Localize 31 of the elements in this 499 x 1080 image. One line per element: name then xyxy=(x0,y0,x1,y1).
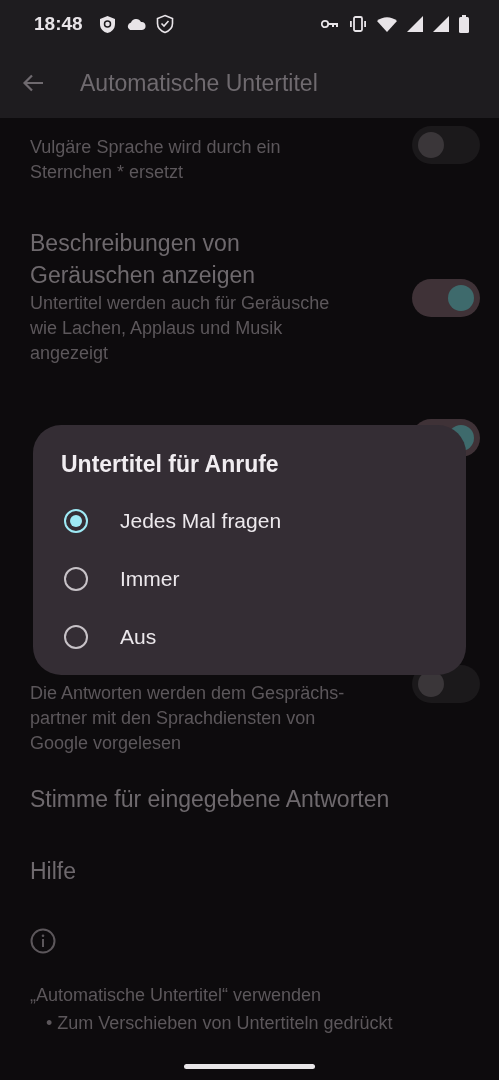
vibrate-icon xyxy=(349,16,367,32)
info-icon xyxy=(30,928,56,954)
signal-icon xyxy=(433,16,449,32)
radio-button[interactable] xyxy=(64,567,88,591)
radio-button[interactable] xyxy=(64,509,88,533)
setting-description: Untertitel werden auch für Geräusche wie Lachen, Applaus und Musik angezeigt xyxy=(30,292,331,365)
signal-icon xyxy=(407,16,423,32)
key-icon xyxy=(321,19,339,29)
battery-icon xyxy=(459,15,469,33)
setting-link[interactable]: Hilfe xyxy=(30,855,76,887)
cloud-icon xyxy=(125,17,146,31)
shield-check-icon xyxy=(155,14,174,34)
toggle-switch[interactable] xyxy=(412,126,480,164)
app-bar-title: Automatische Untertitel xyxy=(80,69,318,97)
option-label[interactable]: Aus xyxy=(120,625,157,649)
shield-icon xyxy=(98,14,116,34)
setting-link[interactable]: Stimme für eingegebene Antworten xyxy=(30,783,390,815)
option-label[interactable]: Immer xyxy=(120,567,180,591)
dialog-title: Untertitel für Anrufe xyxy=(61,451,280,478)
radio-button[interactable] xyxy=(64,625,88,649)
setting-description: Vulgäre Sprache wird durch ein Sternchen * ersetzt xyxy=(30,136,282,184)
navigation-handle[interactable] xyxy=(184,1064,315,1069)
back-arrow-icon xyxy=(22,74,44,92)
option-label[interactable]: Jedes Mal fragen xyxy=(120,509,282,533)
info-bullet: • Zum Verschieben von Untertiteln gedrückt xyxy=(45,1012,393,1035)
setting-description: Die Antworten werden dem Gesprächs-partner mit den Sprachdiensten von Google vorgelesen xyxy=(30,682,346,755)
status-time: 18:48 xyxy=(34,13,83,35)
setting-title: Beschreibungen von Geräuschen anzeigen xyxy=(30,229,257,290)
info-heading: „Automatische Untertitel“ verwenden xyxy=(30,984,322,1007)
wifi-icon xyxy=(377,16,397,32)
toggle-switch[interactable] xyxy=(412,279,480,317)
